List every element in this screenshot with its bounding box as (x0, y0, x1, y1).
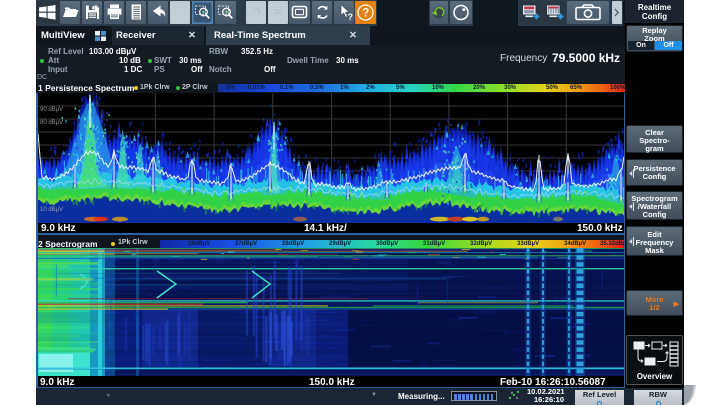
svg-text:?: ? (362, 8, 369, 20)
svg-text:?: ? (348, 12, 354, 22)
